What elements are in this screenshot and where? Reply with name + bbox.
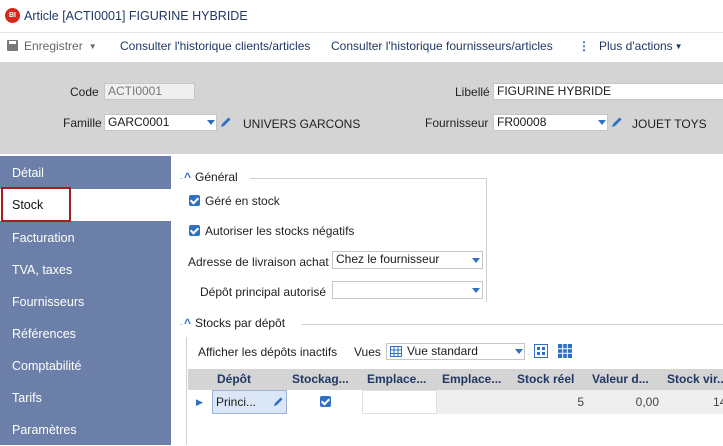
famille-label: Famille	[63, 116, 102, 130]
dropdown-arrow-icon	[515, 349, 523, 354]
sidebar-item-references[interactable]: Références	[0, 318, 171, 350]
collapse-chevron-icon[interactable]: ^	[184, 316, 191, 330]
collapse-chevron-icon[interactable]: ^	[184, 170, 191, 184]
caret-down-icon: ▼	[674, 42, 683, 51]
fournisseur-select[interactable]: FR00008	[493, 114, 608, 131]
vues-select[interactable]: Vue standard	[386, 343, 525, 360]
code-label: Code	[70, 85, 99, 99]
show-inactive-depots-link[interactable]: Afficher les dépôts inactifs	[198, 345, 337, 359]
stocks-section-title[interactable]: ^ Stocks par dépôt	[184, 316, 285, 330]
famille-description: UNIVERS GARCONS	[243, 117, 361, 131]
depot-cell[interactable]: Princi...	[212, 390, 287, 414]
autoriser-negatifs-label: Autoriser les stocks négatifs	[205, 224, 355, 238]
article-header: Code ACTI0001 Libellé FIGURINE HYBRIDE F…	[0, 62, 723, 154]
valeur-cell: 0,00	[635, 395, 659, 409]
general-title-text: Général	[195, 170, 238, 184]
edit-pencil-icon[interactable]	[611, 116, 623, 128]
grid-settings-icon[interactable]	[534, 344, 548, 358]
row-indicator-icon: ▶	[196, 397, 203, 407]
edit-pencil-icon[interactable]	[220, 116, 232, 128]
window-title: Article [ACTI0001] FIGURINE HYBRIDE	[24, 9, 248, 23]
divider	[180, 324, 183, 325]
gere-en-stock-checkbox[interactable]	[189, 195, 200, 206]
adresse-livraison-value: Chez le fournisseur	[336, 252, 440, 266]
dropdown-arrow-icon	[207, 120, 215, 125]
sidebar-item-fournisseurs[interactable]: Fournisseurs	[0, 286, 171, 318]
vues-value: Vue standard	[407, 344, 478, 358]
more-actions-label: Plus d'actions	[599, 39, 673, 53]
grid-layout-icon[interactable]	[558, 344, 572, 358]
column-header-stock-reel[interactable]: Stock réel	[517, 369, 574, 390]
app-logo-icon: BI	[5, 8, 20, 23]
depot-principal-label: Dépôt principal autorisé	[200, 285, 327, 299]
column-header-depot[interactable]: Dépôt	[217, 369, 251, 390]
divider	[486, 178, 487, 302]
stock-reel-cell: 5	[577, 395, 584, 409]
vues-label: Vues	[354, 345, 381, 359]
chevron-down-icon[interactable]: ▼	[89, 42, 97, 51]
sidebar-item-tva-taxes[interactable]: TVA, taxes	[0, 254, 171, 286]
famille-value: GARC0001	[108, 115, 170, 129]
sidebar-item-comptabilite[interactable]: Comptabilité	[0, 350, 171, 382]
more-vert-icon: ⋮	[578, 39, 590, 53]
dropdown-arrow-icon	[472, 288, 480, 293]
autoriser-negatifs-checkbox[interactable]	[189, 225, 200, 236]
divider	[180, 178, 183, 179]
adresse-livraison-label: Adresse de livraison achat	[188, 255, 329, 269]
sidebar-item-tarifs[interactable]: Tarifs	[0, 382, 171, 414]
edit-pencil-icon[interactable]	[273, 396, 284, 407]
divider	[186, 337, 187, 445]
dropdown-arrow-icon	[472, 258, 480, 263]
depot-principal-select[interactable]	[332, 281, 483, 299]
save-icon	[7, 40, 18, 51]
fournisseur-description: JOUET TOYS	[632, 117, 707, 131]
sidebar-item-facturation[interactable]: Facturation	[0, 222, 171, 254]
code-field[interactable]: ACTI0001	[104, 83, 195, 100]
famille-select[interactable]: GARC0001	[104, 114, 217, 131]
more-actions-button[interactable]: ⋮ Plus d'actions ▼	[578, 39, 683, 53]
general-section-title[interactable]: ^ Général	[184, 170, 238, 184]
stock-virtuel-cell: 14	[713, 395, 723, 409]
emplacement-1-cell[interactable]	[362, 390, 437, 414]
fournisseur-value: FR00008	[497, 115, 547, 129]
save-label: Enregistrer	[24, 39, 83, 53]
divider	[302, 324, 723, 325]
stockage-checkbox[interactable]	[320, 396, 331, 407]
column-header-emplacement-1[interactable]: Emplace...	[367, 369, 426, 390]
history-clients-button[interactable]: Consulter l'historique clients/articles	[120, 39, 310, 53]
gere-en-stock-label: Géré en stock	[205, 194, 280, 208]
sidebar-item-parametres[interactable]: Paramètres	[0, 414, 171, 446]
libelle-label: Libellé	[455, 85, 490, 99]
fournisseur-label: Fournisseur	[425, 116, 489, 130]
toolbar: Enregistrer ▼ Consulter l'historique clie…	[0, 33, 723, 61]
column-header-stockage[interactable]: Stockag...	[292, 369, 349, 390]
column-header-valeur[interactable]: Valeur d...	[592, 369, 649, 390]
active-item-highlight	[1, 187, 71, 222]
table-view-icon	[390, 346, 402, 357]
history-suppliers-button[interactable]: Consulter l'historique fournisseurs/arti…	[331, 39, 553, 53]
column-header-emplacement-2[interactable]: Emplace...	[442, 369, 501, 390]
stocks-title-text: Stocks par dépôt	[195, 316, 286, 330]
title-bar: BI Article [ACTI0001] FIGURINE HYBRIDE	[0, 0, 723, 33]
depot-value: Princi...	[216, 395, 257, 409]
column-header-stock-virtuel[interactable]: Stock vir...	[667, 369, 723, 390]
save-button[interactable]: Enregistrer ▼	[7, 39, 97, 53]
adresse-livraison-select[interactable]: Chez le fournisseur	[332, 251, 483, 269]
grid-header: Dépôt Stockag... Emplace... Emplace... S…	[188, 369, 723, 390]
divider	[250, 178, 486, 179]
libelle-field[interactable]: FIGURINE HYBRIDE	[493, 83, 723, 100]
dropdown-arrow-icon	[598, 120, 606, 125]
sidebar-item-detail[interactable]: Détail	[0, 157, 171, 189]
